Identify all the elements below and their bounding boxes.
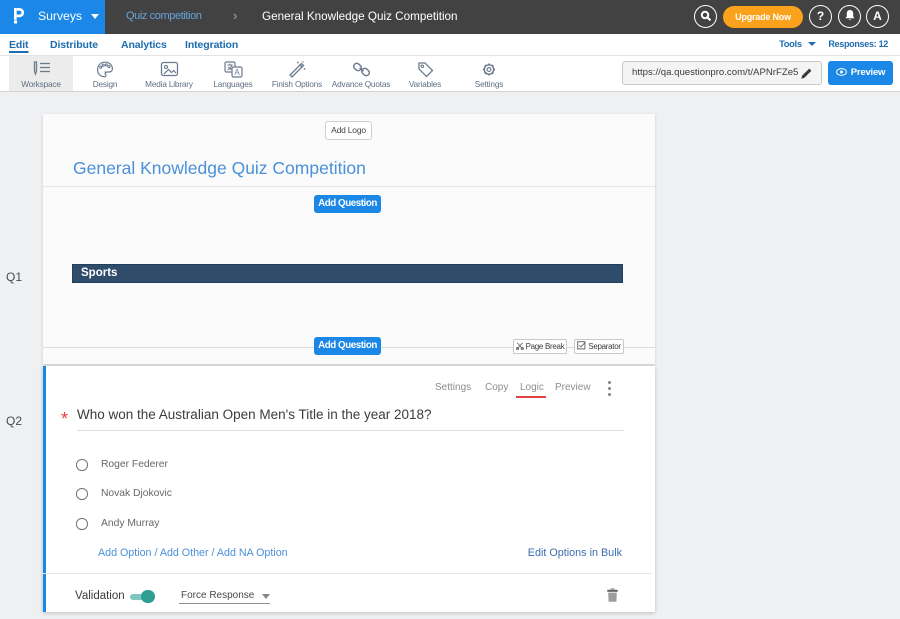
svg-text:A: A xyxy=(234,68,240,77)
